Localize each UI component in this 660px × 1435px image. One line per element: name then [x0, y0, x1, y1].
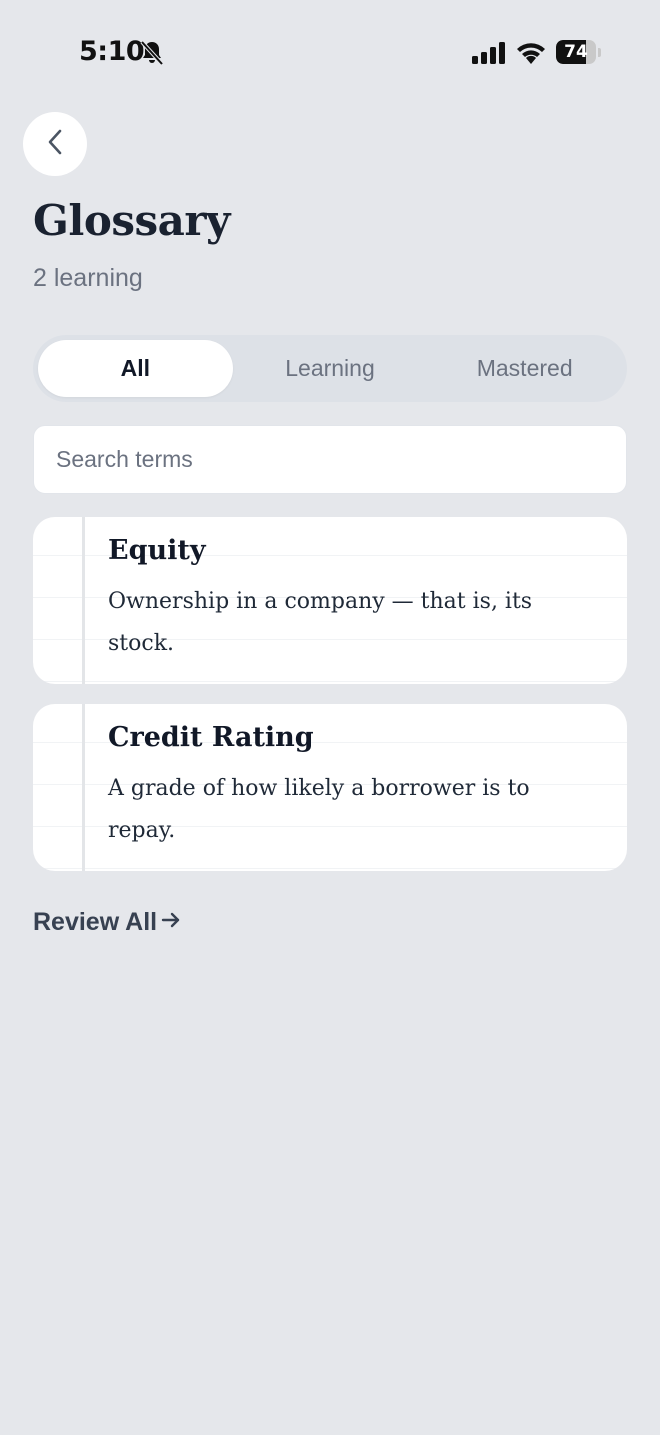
search-box [33, 425, 627, 494]
back-button[interactable] [23, 112, 87, 176]
term-title: Equity [108, 535, 206, 566]
review-all-label: Review All [33, 908, 158, 936]
term-title: Credit Rating [108, 722, 314, 753]
bell-muted-icon [140, 40, 164, 71]
wifi-icon [515, 40, 547, 69]
battery-level: 74 [564, 42, 588, 62]
page-title: Glossary [33, 196, 230, 245]
arrow-right-icon [161, 908, 181, 937]
term-card-equity[interactable]: Equity Ownership in a company — that is,… [33, 517, 627, 684]
chevron-left-icon [45, 128, 65, 161]
card-margin-line [82, 517, 85, 684]
search-input[interactable] [34, 426, 626, 493]
review-all-link[interactable]: Review All [33, 908, 181, 937]
tab-learning[interactable]: Learning [233, 340, 428, 397]
term-card-credit-rating[interactable]: Credit Rating A grade of how likely a bo… [33, 704, 627, 871]
learning-count: 2 learning [33, 264, 143, 292]
tab-mastered[interactable]: Mastered [427, 340, 622, 397]
status-time: 5:10 [79, 36, 145, 67]
tab-all[interactable]: All [38, 340, 233, 397]
status-bar: 5:10 74 [0, 0, 660, 100]
term-definition: A grade of how likely a borrower is to r… [108, 776, 530, 843]
battery-indicator: 74 [556, 40, 602, 66]
card-margin-line [82, 704, 85, 871]
filter-tabs: All Learning Mastered [33, 335, 627, 402]
cellular-signal-icon [472, 42, 506, 69]
term-definition: Ownership in a company — that is, its st… [108, 589, 533, 656]
